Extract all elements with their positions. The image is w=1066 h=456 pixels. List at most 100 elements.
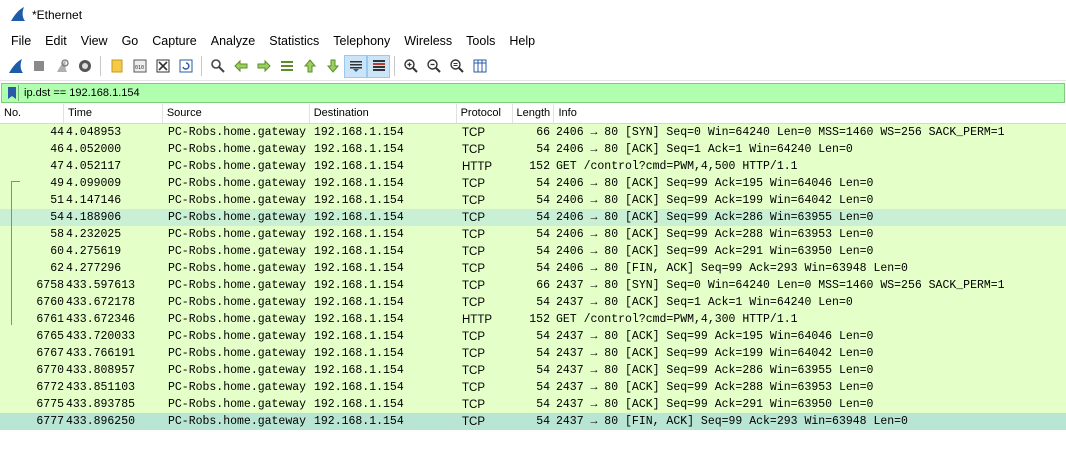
packet-row[interactable]: 60 4.275619 PC-Robs.home.gateway 192.168.1.…	[0, 243, 1066, 260]
column-header-source[interactable]: Source	[163, 104, 310, 123]
display-filter-bar[interactable]: ip.dst == 192.168.1.154	[1, 83, 1065, 103]
zoom-in-icon[interactable]	[399, 55, 422, 78]
packet-time-cell: 433.597613	[66, 279, 136, 292]
packet-length-cell: 54	[536, 364, 550, 377]
packet-row[interactable]: 6765 433.720033 PC-Robs.home.gateway 192.16…	[0, 328, 1066, 345]
menu-statistics[interactable]: Statistics	[262, 30, 326, 52]
packet-row[interactable]: 49 4.099009 PC-Robs.home.gateway 192.168.1.…	[0, 175, 1066, 192]
packet-source-cell: PC-Robs.home.gateway	[168, 245, 307, 258]
save-file-icon[interactable]: 010	[128, 55, 151, 78]
packet-protocol-cell: TCP	[462, 262, 485, 275]
autoscroll-icon[interactable]	[344, 54, 367, 78]
stop-capture-icon[interactable]	[27, 55, 50, 78]
normal-size-icon[interactable]	[445, 55, 468, 78]
menu-help[interactable]: Help	[502, 30, 542, 52]
bookmark-icon[interactable]	[6, 85, 19, 101]
colorize-icon[interactable]	[367, 54, 390, 78]
packet-time-cell: 433.766191	[66, 347, 136, 360]
packet-protocol-cell: TCP	[462, 177, 485, 190]
packet-protocol-cell: TCP	[462, 381, 485, 394]
packet-row[interactable]: 6775 433.893785 PC-Robs.home.gateway 192.16…	[0, 396, 1066, 413]
packet-time-cell: 4.275619	[66, 245, 122, 258]
packet-info-cell: 2437 → 80 [ACK] Seq=99 Ack=288 Win=63953…	[556, 381, 874, 394]
column-header-no[interactable]: No.	[0, 104, 64, 123]
go-to-packet-icon[interactable]	[275, 55, 298, 78]
packet-time-cell: 4.277296	[66, 262, 122, 275]
packet-info-cell: 2437 → 80 [SYN] Seq=0 Win=64240 Len=0 MS…	[556, 279, 1005, 292]
packet-row[interactable]: 58 4.232025 PC-Robs.home.gateway 192.168.1.…	[0, 226, 1066, 243]
packet-source-cell: PC-Robs.home.gateway	[168, 296, 307, 309]
packet-no-cell: 6758	[36, 279, 64, 292]
packet-no-cell: 6770	[36, 364, 64, 377]
packet-info-cell: 2437 → 80 [ACK] Seq=99 Ack=199 Win=64042…	[556, 347, 874, 360]
toolbar-separator	[394, 56, 395, 76]
packet-time-cell: 4.147146	[66, 194, 122, 207]
menu-wireless[interactable]: Wireless	[397, 30, 459, 52]
packet-destination-cell: 192.168.1.154	[314, 177, 404, 190]
find-packet-icon[interactable]	[206, 55, 229, 78]
menu-view[interactable]: View	[74, 30, 115, 52]
packet-row[interactable]: 6767 433.766191 PC-Robs.home.gateway 192.16…	[0, 345, 1066, 362]
capture-options-icon[interactable]	[73, 55, 96, 78]
packet-row[interactable]: 62 4.277296 PC-Robs.home.gateway 192.168.1.…	[0, 260, 1066, 277]
packet-destination-cell: 192.168.1.154	[314, 381, 404, 394]
packet-source-cell: PC-Robs.home.gateway	[168, 330, 307, 343]
packet-no-cell: 54	[50, 211, 64, 224]
packet-length-cell: 54	[536, 381, 550, 394]
packet-row[interactable]: 6758 433.597613 PC-Robs.home.gateway 192.16…	[0, 277, 1066, 294]
packet-row[interactable]: 6777 433.896250 PC-Robs.home.gateway 192.16…	[0, 413, 1066, 430]
packet-row[interactable]: 44 4.048953 PC-Robs.home.gateway 192.168.1.…	[0, 124, 1066, 141]
packet-time-cell: 4.052000	[66, 143, 122, 156]
packet-protocol-cell: TCP	[462, 296, 485, 309]
shark-fin-start-icon[interactable]	[4, 55, 27, 78]
go-forward-icon[interactable]	[252, 55, 275, 78]
packet-row[interactable]: 54 4.188906 PC-Robs.home.gateway 192.168.1.…	[0, 209, 1066, 226]
packet-row[interactable]: 6760 433.672178 PC-Robs.home.gateway 192.16…	[0, 294, 1066, 311]
menu-file[interactable]: File	[4, 30, 38, 52]
menu-capture[interactable]: Capture	[145, 30, 203, 52]
packet-row[interactable]: 6761 433.672346 PC-Robs.home.gateway 192.16…	[0, 311, 1066, 328]
menu-go[interactable]: Go	[115, 30, 146, 52]
packet-no-cell: 6775	[36, 398, 64, 411]
open-file-icon[interactable]	[105, 55, 128, 78]
close-file-icon[interactable]	[151, 55, 174, 78]
packet-time-cell: 4.052117	[66, 160, 122, 173]
go-first-icon[interactable]	[298, 55, 321, 78]
packet-row[interactable]: 47 4.052117 PC-Robs.home.gateway 192.168.1.…	[0, 158, 1066, 175]
column-header-info[interactable]: Info	[554, 104, 1066, 123]
packet-time-cell: 4.188906	[66, 211, 122, 224]
column-header-length[interactable]: Length	[513, 104, 555, 123]
column-header-time[interactable]: Time	[64, 104, 163, 123]
packet-no-cell: 6767	[36, 347, 64, 360]
packet-row[interactable]: 51 4.147146 PC-Robs.home.gateway 192.168.1.…	[0, 192, 1066, 209]
display-filter-input[interactable]: ip.dst == 192.168.1.154	[24, 87, 140, 99]
packet-destination-cell: 192.168.1.154	[314, 126, 404, 139]
packet-source-cell: PC-Robs.home.gateway	[168, 415, 307, 428]
go-last-icon[interactable]	[321, 55, 344, 78]
packet-row[interactable]: 46 4.052000 PC-Robs.home.gateway 192.168.1.…	[0, 141, 1066, 158]
packet-row[interactable]: 6772 433.851103 PC-Robs.home.gateway 192.16…	[0, 379, 1066, 396]
menu-edit[interactable]: Edit	[38, 30, 74, 52]
conversation-bracket	[11, 181, 20, 325]
menu-tools[interactable]: Tools	[459, 30, 502, 52]
packet-length-cell: 54	[536, 194, 550, 207]
menu-telephony[interactable]: Telephony	[326, 30, 397, 52]
packet-row[interactable]: 6770 433.808957 PC-Robs.home.gateway 192.16…	[0, 362, 1066, 379]
packet-time-cell: 4.048953	[66, 126, 122, 139]
column-header-destination[interactable]: Destination	[310, 104, 457, 123]
menu-analyze[interactable]: Analyze	[204, 30, 262, 52]
go-back-icon[interactable]	[229, 55, 252, 78]
reload-file-icon[interactable]	[174, 55, 197, 78]
packet-info-cell: 2406 → 80 [ACK] Seq=99 Ack=288 Win=63953…	[556, 228, 874, 241]
packet-protocol-cell: TCP	[462, 143, 485, 156]
packet-destination-cell: 192.168.1.154	[314, 194, 404, 207]
packet-length-cell: 54	[536, 296, 550, 309]
packet-info-cell: 2406 → 80 [ACK] Seq=99 Ack=286 Win=63955…	[556, 211, 874, 224]
restart-capture-icon[interactable]	[50, 55, 73, 78]
packet-source-cell: PC-Robs.home.gateway	[168, 177, 307, 190]
packet-protocol-cell: TCP	[462, 415, 485, 428]
packet-info-cell: 2437 → 80 [ACK] Seq=99 Ack=195 Win=64046…	[556, 330, 874, 343]
resize-columns-icon[interactable]	[468, 55, 491, 78]
column-header-protocol[interactable]: Protocol	[457, 104, 513, 123]
zoom-out-icon[interactable]	[422, 55, 445, 78]
